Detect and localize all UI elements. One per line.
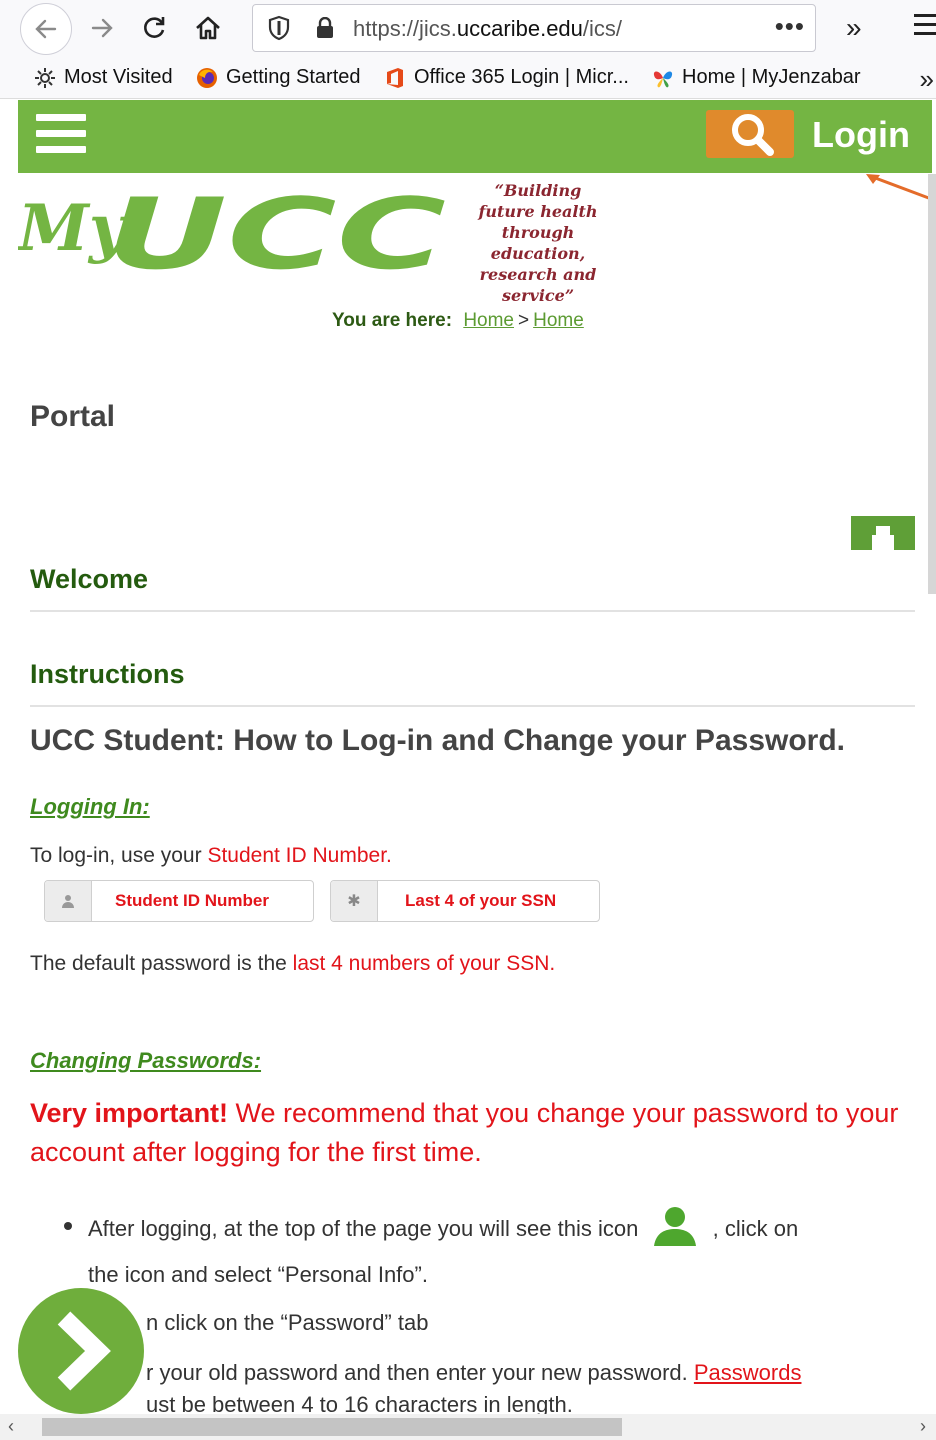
next-slide-button[interactable] [18,1288,144,1414]
reload-icon [144,17,165,38]
home-icon [196,16,220,40]
office-icon [387,67,403,88]
breadcrumb-prefix: You are here: [332,310,453,331]
default-password-text: The default password is the last 4 numbe… [30,952,556,975]
user-icon [45,881,92,921]
url-bar[interactable]: https://jics.uccaribe.edu/ics/ ••• [252,4,816,52]
browser-menu-icon[interactable] [914,14,936,41]
scroll-left-icon[interactable]: ‹ [8,1416,14,1437]
sample-username-field: Student ID Number [44,880,314,922]
butterfly-icon [653,71,673,87]
breadcrumb-current-link[interactable]: Home [533,310,584,331]
shield-icon[interactable] [267,15,291,41]
search-icon [732,114,774,156]
lock-icon[interactable] [315,17,335,39]
forward-button[interactable] [80,6,124,50]
gear-icon [35,67,55,88]
myucc-logo[interactable]: My UCC [18,180,458,280]
instruction-step-2: n click on the “Password” tab [146,1310,429,1335]
instruction-step-1-cont: the icon and select “Personal Info”. [88,1262,428,1287]
page-title: Portal [30,400,116,433]
scroll-right-icon[interactable]: › [920,1416,926,1437]
username-field-label: Student ID Number [115,891,269,910]
breadcrumb: You are here: Home > Home [332,310,584,332]
bookmark-myjenzabar[interactable]: Home | MyJenzabar [652,66,861,89]
divider [30,610,915,612]
bookmarks-bar: Most Visited Getting Started Office 365 … [0,60,936,99]
back-button[interactable] [20,3,72,55]
important-notice: Very important! We recommend that you ch… [30,1098,899,1167]
hamburger-menu-icon[interactable] [36,114,86,158]
instructions-heading: Instructions [30,659,185,689]
bullet [64,1222,72,1230]
login-link[interactable]: Login [812,114,910,156]
reload-button[interactable] [132,6,176,50]
passwords-link[interactable]: Passwords [694,1360,802,1385]
horizontal-scrollbar[interactable]: ‹ › [0,1414,936,1440]
bookmark-getting-started[interactable]: Getting Started [196,66,361,89]
bookmark-most-visited[interactable]: Most Visited [34,66,173,89]
url-text[interactable]: https://jics.uccaribe.edu/ics/ [353,16,622,42]
arrow-right-icon [91,18,113,38]
vertical-scrollbar[interactable] [928,174,936,594]
password-field-label: Last 4 of your SSN [405,891,557,910]
svg-text:UCC: UCC [106,180,446,280]
browser-toolbar: https://jics.uccaribe.edu/ics/ ••• » [0,0,936,60]
breadcrumb-home-link[interactable]: Home [463,310,514,331]
scrollbar-thumb[interactable] [42,1418,622,1436]
search-button[interactable] [706,110,794,158]
instruction-step-3: r your old password and then enter your … [146,1360,802,1385]
instruction-step-1: After logging, at the top of the page yo… [88,1207,798,1246]
print-button[interactable] [851,516,915,550]
firefox-icon [197,67,217,88]
bookmark-office-365[interactable]: Office 365 Login | Micr... [384,66,629,89]
user-profile-icon [654,1207,697,1246]
sample-password-field: ✱ Last 4 of your SSN [330,880,600,922]
article-heading: UCC Student: How to Log-in and Change yo… [30,724,845,757]
bookmarks-overflow-button[interactable]: » [920,64,934,95]
page-actions-button[interactable]: ••• [775,11,805,42]
arrow-left-icon [35,19,57,39]
asterisk-icon: ✱ [331,881,378,921]
annotation-arrow-icon [866,174,935,202]
site-header: Login [18,100,932,173]
logo-tagline: “Building future health through educatio… [478,181,598,305]
toolbar-overflow-button[interactable]: » [846,12,862,44]
printer-icon [872,526,894,550]
chevron-right-icon [57,1311,111,1391]
login-intro-text: To log-in, use your Student ID Number. [30,844,392,867]
welcome-heading: Welcome [30,564,149,594]
changing-passwords-subhead: Changing Passwords: [30,1048,262,1073]
divider [30,705,915,707]
logging-in-subhead: Logging In: [30,794,150,819]
breadcrumb-separator: > [518,310,530,331]
home-button[interactable] [186,6,230,50]
